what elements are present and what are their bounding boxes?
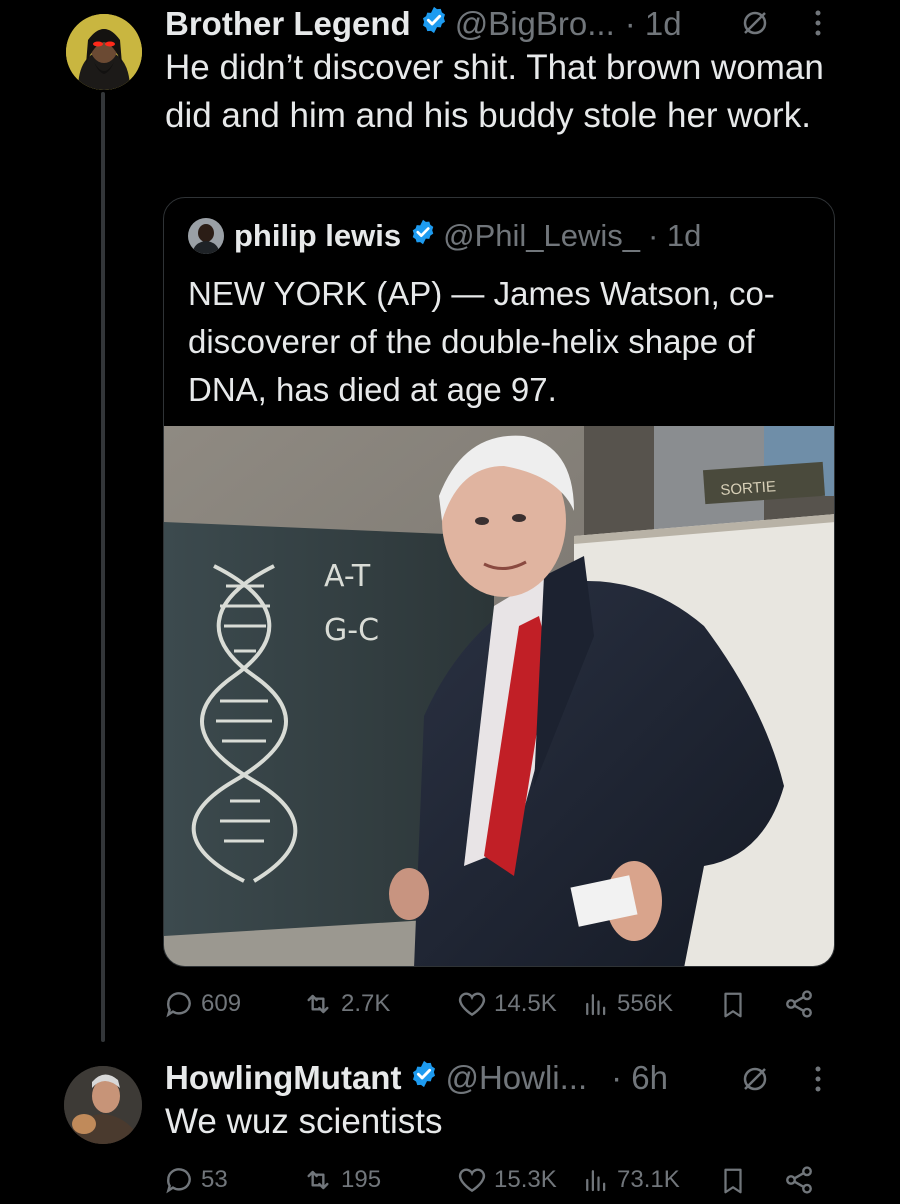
repost-count: 195 xyxy=(341,1166,382,1193)
quoted-tweet-header: philip lewis @Phil_Lewis_ · 1d xyxy=(188,218,701,254)
like-button[interactable]: 14.5K xyxy=(456,988,557,1020)
avatar[interactable] xyxy=(66,14,142,90)
reply-button[interactable]: 53 xyxy=(163,1164,228,1196)
thread-connector-line xyxy=(101,92,105,1042)
bookmark-icon xyxy=(724,1168,742,1194)
heart-icon xyxy=(458,1168,486,1193)
reply-count: 609 xyxy=(201,990,242,1017)
share-icon xyxy=(786,990,812,1018)
like-count: 14.5K xyxy=(494,990,557,1017)
avatar-portrait-icon xyxy=(66,14,142,90)
verified-badge-icon[interactable] xyxy=(419,5,449,43)
bookmark-button[interactable] xyxy=(718,1164,754,1198)
quoted-author-avatar[interactable] xyxy=(188,218,224,254)
news-photo[interactable]: SORTIE A-T G-C xyxy=(164,426,834,966)
tweet-header: Brother Legend @BigBro... · 1d xyxy=(165,4,682,44)
repost-count: 2.7K xyxy=(341,990,391,1017)
post-time[interactable]: · 6h xyxy=(611,1059,668,1097)
verified-badge-icon[interactable] xyxy=(409,218,437,254)
quoted-author-name[interactable]: philip lewis xyxy=(234,218,401,254)
repost-icon xyxy=(307,1170,329,1190)
views-button[interactable]: 556K xyxy=(581,988,673,1020)
quoted-tweet-text: NEW YORK (AP) — James Watson, co-discove… xyxy=(188,275,775,408)
bookmark-icon xyxy=(724,992,742,1018)
like-count: 15.3K xyxy=(494,1166,557,1193)
more-options-icon[interactable] xyxy=(808,6,828,47)
share-icon xyxy=(786,1166,812,1194)
more-options-icon[interactable] xyxy=(808,1062,828,1103)
muted-conversation-icon xyxy=(740,1064,770,1099)
quoted-author-handle[interactable]: @Phil_Lewis_ xyxy=(443,218,640,254)
tweet-text: We wuz scientists xyxy=(165,1102,443,1141)
reply-count: 53 xyxy=(201,1166,228,1193)
reply-button[interactable]: 609 xyxy=(163,988,241,1020)
avatar[interactable] xyxy=(64,1066,142,1144)
chalk-text-at: A-T xyxy=(324,559,371,594)
heart-icon xyxy=(458,992,486,1017)
quoted-post-time[interactable]: · 1d xyxy=(648,218,701,254)
author-handle[interactable]: @BigBro... xyxy=(455,5,615,43)
tweet-header: HowlingMutant @Howli... · 6h xyxy=(165,1058,668,1098)
repost-button[interactable]: 195 xyxy=(301,1164,381,1196)
views-chart-icon xyxy=(586,994,606,1016)
chalk-text-gc: G-C xyxy=(324,613,379,648)
like-button[interactable]: 15.3K xyxy=(456,1164,557,1196)
bookmark-button[interactable] xyxy=(718,988,754,1022)
view-count: 73.1K xyxy=(617,1166,680,1193)
share-button[interactable] xyxy=(783,988,821,1020)
author-name[interactable]: Brother Legend xyxy=(165,5,411,43)
views-button[interactable]: 73.1K xyxy=(581,1164,680,1196)
tweet-actions: 609 2.7K 14.5K 556K xyxy=(163,988,823,1028)
reply-icon xyxy=(166,992,191,1018)
author-handle[interactable]: @Howli... xyxy=(445,1059,587,1097)
muted-conversation-icon xyxy=(740,8,770,43)
quoted-tweet[interactable]: philip lewis @Phil_Lewis_ · 1d NEW YORK … xyxy=(163,197,835,967)
verified-badge-icon[interactable] xyxy=(409,1059,439,1097)
avatar-portrait-icon xyxy=(64,1066,142,1144)
view-count: 556K xyxy=(617,990,674,1017)
reply-icon xyxy=(166,1168,191,1194)
repost-icon xyxy=(307,994,329,1014)
post-time[interactable]: · 1d xyxy=(625,5,682,43)
tweet-text: He didn’t discover shit. That brown woma… xyxy=(165,48,824,135)
views-chart-icon xyxy=(586,1170,606,1192)
share-button[interactable] xyxy=(783,1164,821,1196)
avatar-portrait-icon xyxy=(188,218,224,254)
author-name[interactable]: HowlingMutant xyxy=(165,1059,401,1097)
tweet-actions: 53 195 15.3K 73.1K xyxy=(163,1164,823,1204)
repost-button[interactable]: 2.7K xyxy=(301,988,390,1020)
